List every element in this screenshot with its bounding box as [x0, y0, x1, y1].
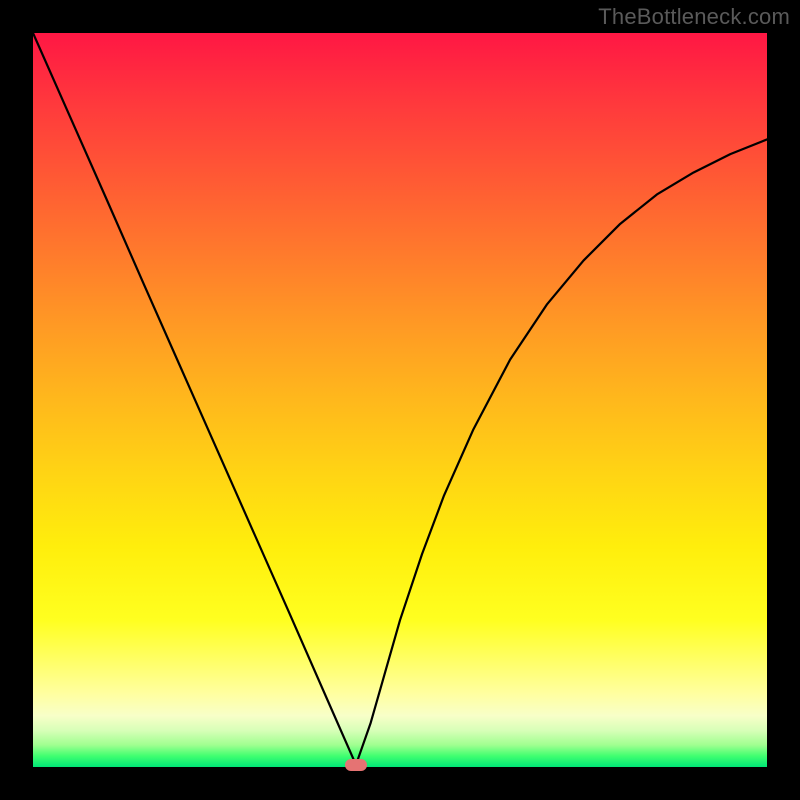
- curve-svg: [33, 33, 767, 767]
- chart-plot-area: [33, 33, 767, 767]
- watermark-text: TheBottleneck.com: [598, 4, 790, 30]
- optimum-marker: [345, 759, 367, 771]
- bottleneck-curve: [33, 33, 767, 765]
